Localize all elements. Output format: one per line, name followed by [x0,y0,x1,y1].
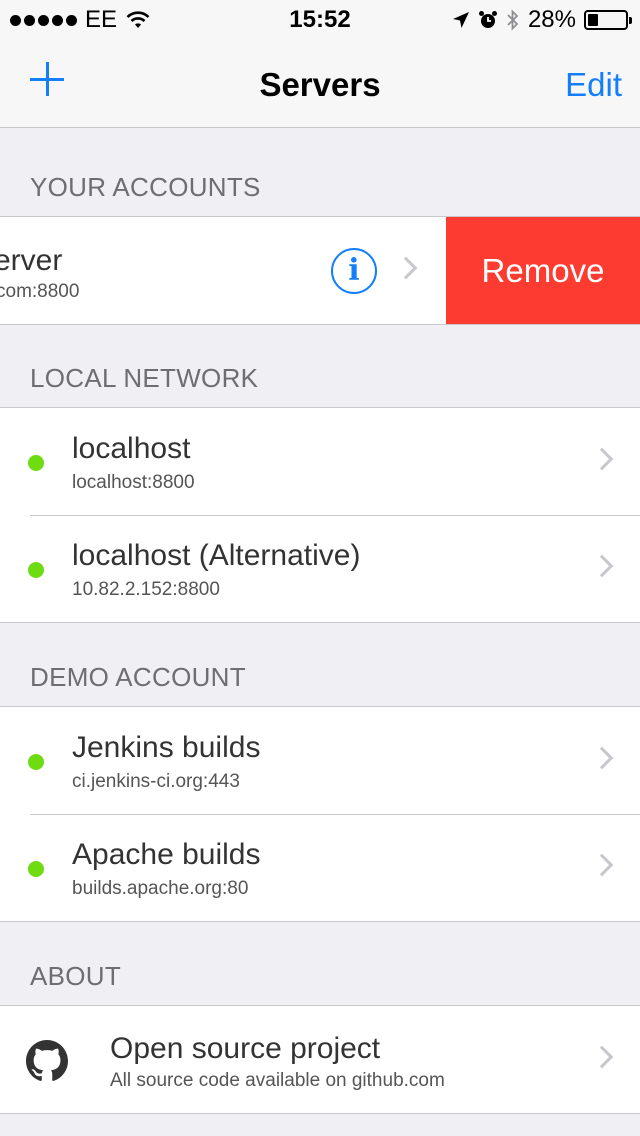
open-source-title: Open source project [110,1032,381,1065]
section-header-demo-account: DEMO ACCOUNT [30,662,246,692]
github-icon [26,1040,68,1081]
demo-account-group: Jenkins builds ci.jenkins-ci.org:443 Apa… [0,706,640,922]
open-source-subtitle: All source code available on github.com [110,1070,445,1091]
account-row[interactable]: erver com:8800 i Remove [0,217,640,324]
status-dot-icon [28,455,44,471]
battery-percent: 28% [527,6,576,33]
account-title: erver [0,244,63,277]
chevron-right-icon [590,554,614,578]
account-subtitle: com:8800 [0,281,80,302]
wifi-icon [126,11,150,28]
chevron-right-icon [590,746,614,770]
server-row-localhost-alternative[interactable]: localhost (Alternative) 10.82.2.152:8800 [0,515,640,622]
navigation-bar: Servers Edit [0,40,640,128]
chevron-right-icon [590,447,614,471]
signal-strength-icon [10,14,77,26]
chevron-right-icon [394,256,418,280]
open-source-row[interactable]: Open source project All source code avai… [0,1006,640,1113]
location-arrow-icon [452,12,469,28]
section-header-about: ABOUT [30,961,122,991]
section-header-local-network: LOCAL NETWORK [30,363,259,393]
carrier-label: EE [85,6,118,33]
server-address: 10.82.2.152:8800 [72,579,220,600]
local-network-group: localhost localhost:8800 localhost (Alte… [0,407,640,623]
server-title: Apache builds [72,838,261,871]
server-title: Jenkins builds [72,731,261,764]
remove-button[interactable]: Remove [446,217,640,324]
server-row-localhost[interactable]: localhost localhost:8800 [0,408,640,515]
accounts-group: erver com:8800 i Remove [0,216,640,325]
edit-button[interactable]: Edit [565,66,622,104]
info-icon[interactable]: i [331,248,377,294]
server-row-apache[interactable]: Apache builds builds.apache.org:80 [0,814,640,921]
server-title: localhost (Alternative) [72,539,361,572]
server-address: localhost:8800 [72,472,195,493]
battery-icon [584,10,632,30]
server-address: builds.apache.org:80 [72,878,249,899]
status-dot-icon [28,754,44,770]
server-row-jenkins[interactable]: Jenkins builds ci.jenkins-ci.org:443 [0,707,640,814]
battery-fill [588,14,599,26]
bluetooth-icon [507,9,519,31]
status-dot-icon [28,861,44,877]
status-dot-icon [28,562,44,578]
chevron-right-icon [590,1045,614,1069]
account-row-content[interactable]: erver com:8800 i [0,217,446,324]
status-bar: EE 15:52 28% [0,0,640,40]
about-group: Open source project All source code avai… [0,1005,640,1114]
section-header-accounts: YOUR ACCOUNTS [30,172,261,202]
page-title: Servers [259,66,381,103]
server-title: localhost [72,432,191,465]
chevron-right-icon [590,853,614,877]
alarm-icon [478,11,497,28]
server-address: ci.jenkins-ci.org:443 [72,771,240,792]
